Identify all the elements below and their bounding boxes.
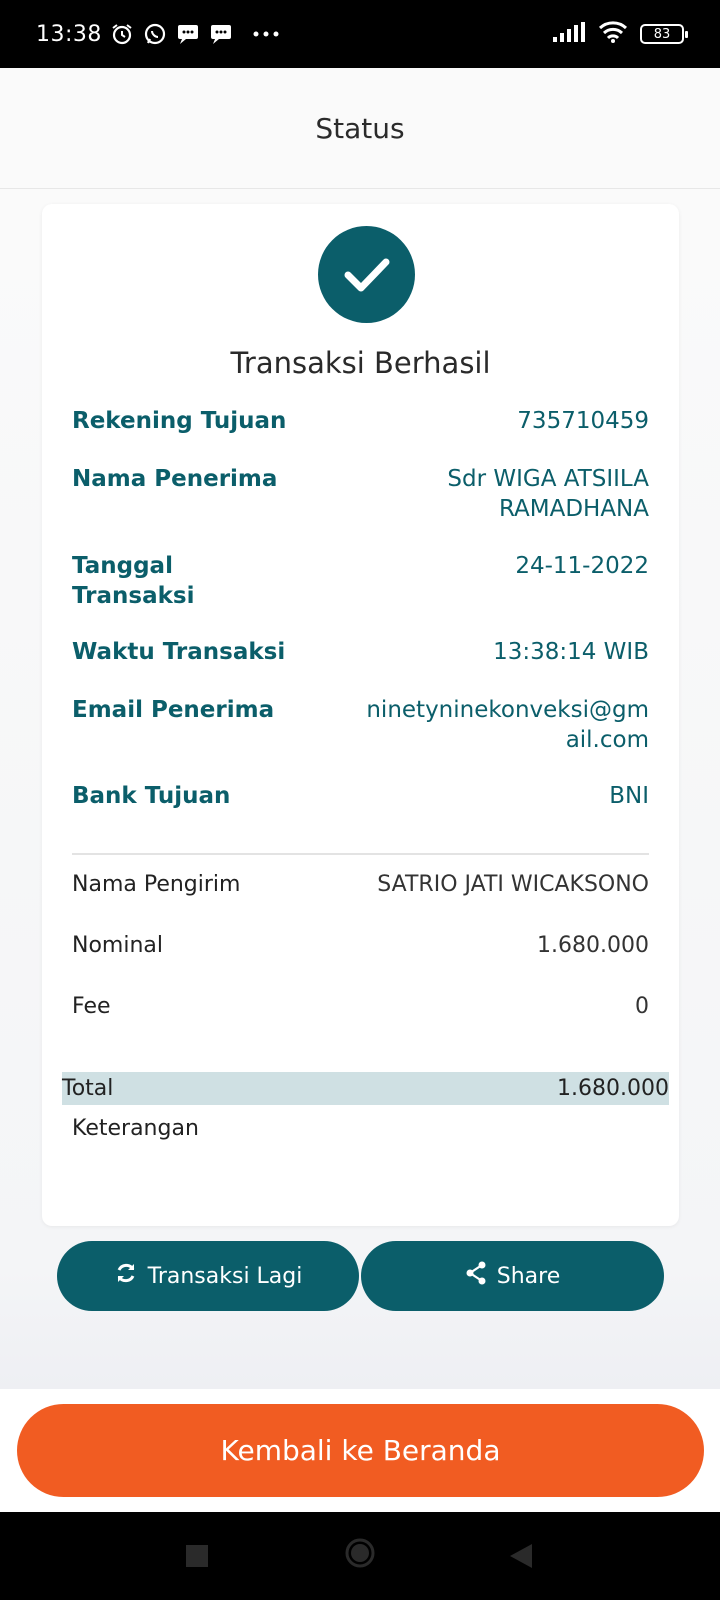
note-row: Keterangan	[72, 1114, 649, 1144]
receipt-card: Transaksi Berhasil Rekening Tujuan 73571…	[42, 204, 679, 1226]
detail-row-rekening: Rekening Tujuan 735710459	[72, 406, 649, 436]
summary-row-fee: Fee 0	[72, 992, 649, 1022]
detail-value: 735710459	[517, 408, 649, 434]
detail-row-email: Email Penerima ninetyninekonveksi@gm ail…	[72, 695, 649, 755]
divider	[72, 853, 649, 855]
summary-value: 0	[635, 994, 649, 1019]
detail-row-nama-penerima: Nama Penerima Sdr WIGA ATSIILA RAMADHANA	[72, 464, 649, 524]
page-title: Status	[315, 111, 405, 145]
detail-value-line: RAMADHANA	[498, 496, 649, 522]
total-row: Total 1.680.000	[62, 1072, 669, 1105]
app-header: Status	[0, 68, 720, 189]
home-nav-button[interactable]	[344, 1537, 376, 1573]
summary-row-pengirim: Nama Pengirim SATRIO JATI WICAKSONO	[72, 870, 649, 900]
status-bar: 13:38 83	[0, 0, 720, 68]
detail-row-bank: Bank Tujuan BNI	[72, 781, 649, 811]
transaction-status-title: Transaksi Berhasil	[230, 346, 491, 380]
detail-value: 24-11-2022	[515, 553, 649, 579]
detail-value: BNI	[609, 783, 649, 809]
detail-label: Waktu Transaksi	[72, 639, 286, 665]
detail-label: Rekening Tujuan	[72, 408, 287, 434]
wifi-icon	[598, 20, 628, 48]
total-value: 1.680.000	[557, 1076, 669, 1101]
detail-row-waktu: Waktu Transaksi 13:38:14 WIB	[72, 637, 649, 667]
status-time: 13:38	[36, 21, 102, 47]
share-button[interactable]: Share	[361, 1241, 664, 1311]
detail-value: 13:38:14 WIB	[493, 639, 649, 665]
detail-label: Bank Tujuan	[72, 783, 231, 809]
back-nav-button[interactable]	[510, 1544, 532, 1572]
recent-apps-button[interactable]	[186, 1545, 208, 1571]
alarm-icon	[110, 22, 134, 46]
success-check-icon	[318, 226, 415, 323]
total-label: Total	[62, 1076, 114, 1101]
refresh-icon	[114, 1261, 138, 1291]
message-icon	[209, 23, 233, 45]
share-icon	[465, 1261, 487, 1291]
detail-value-line: ninetyninekonveksi@gm	[366, 697, 649, 723]
battery-icon: 83	[640, 24, 688, 44]
detail-value: Sdr WIGA ATSIILA RAMADHANA	[447, 464, 649, 524]
summary-label: Fee	[72, 994, 111, 1019]
detail-value-line: ail.com	[565, 727, 649, 753]
detail-label: Tanggal Transaksi	[72, 551, 194, 611]
detail-value: ninetyninekonveksi@gm ail.com	[366, 695, 649, 755]
summary-value: SATRIO JATI WICAKSONO	[377, 872, 649, 897]
detail-label-line: Transaksi	[72, 583, 195, 609]
detail-label: Nama Penerima	[72, 466, 278, 492]
detail-label: Email Penerima	[72, 697, 275, 723]
back-to-home-button[interactable]: Kembali ke Beranda	[17, 1404, 704, 1497]
message-icon	[176, 23, 200, 45]
signal-icon	[552, 21, 586, 47]
summary-label: Nominal	[72, 933, 163, 958]
detail-row-tanggal: Tanggal Transaksi 24-11-2022	[72, 551, 649, 611]
note-label: Keterangan	[72, 1116, 199, 1141]
summary-value: 1.680.000	[537, 933, 649, 958]
share-label: Share	[496, 1263, 561, 1289]
detail-value-line: Sdr WIGA ATSIILA	[447, 466, 649, 492]
more-dots-icon	[252, 30, 280, 38]
whatsapp-icon	[143, 22, 167, 46]
system-nav-bar	[0, 1512, 720, 1600]
summary-row-nominal: Nominal 1.680.000	[72, 931, 649, 961]
transaksi-lagi-label: Transaksi Lagi	[147, 1263, 303, 1289]
transaksi-lagi-button[interactable]: Transaksi Lagi	[57, 1241, 359, 1311]
detail-label-line: Tanggal	[72, 553, 173, 579]
summary-label: Nama Pengirim	[72, 872, 241, 897]
